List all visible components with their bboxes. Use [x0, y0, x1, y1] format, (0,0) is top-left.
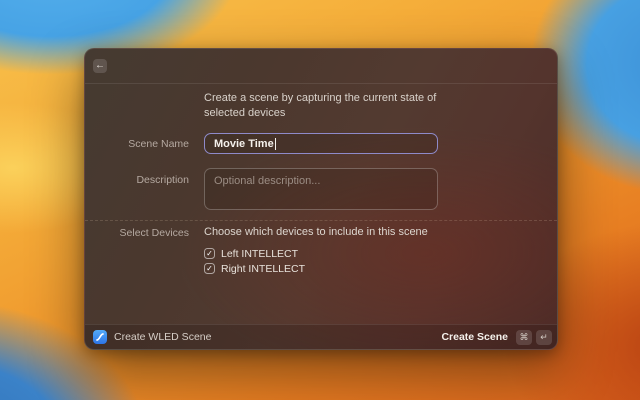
footer-app-name: Create WLED Scene	[114, 331, 212, 343]
dialog-footer: Create WLED Scene Create Scene ⌘ ↵	[85, 324, 557, 349]
check-icon: ✓	[206, 263, 213, 273]
scene-name-input[interactable]: Movie Time	[204, 133, 438, 154]
section-divider	[85, 220, 557, 221]
back-button[interactable]: ←	[93, 59, 107, 73]
scene-name-value: Movie Time	[214, 137, 274, 150]
description-input[interactable]: Optional description...	[204, 168, 438, 210]
device-checkbox-row-right-intellect[interactable]: ✓ Right INTELLECT	[204, 262, 305, 275]
select-devices-hint: Choose which devices to include in this …	[204, 226, 428, 238]
checkbox-checked-icon: ✓	[204, 263, 215, 274]
wled-extension-icon	[93, 330, 107, 344]
checkbox-checked-icon: ✓	[204, 248, 215, 259]
check-icon: ✓	[206, 248, 213, 258]
text-cursor	[274, 137, 276, 150]
description-placeholder: Optional description...	[214, 175, 321, 187]
create-wled-scene-dialog: ← Create a scene by capturing the curren…	[84, 48, 558, 350]
scene-name-label: Scene Name	[128, 138, 189, 150]
form-intro-text: Create a scene by capturing the current …	[204, 92, 437, 119]
squiggle-glyph	[96, 333, 104, 341]
return-key-icon: ↵	[536, 329, 552, 345]
command-key-icon: ⌘	[516, 329, 532, 345]
device-name: Left INTELLECT	[221, 247, 299, 260]
device-checkbox-row-left-intellect[interactable]: ✓ Left INTELLECT	[204, 247, 298, 260]
create-scene-button[interactable]: Create Scene ⌘ ↵	[441, 329, 552, 345]
description-label: Description	[136, 174, 189, 186]
select-devices-label: Select Devices	[119, 227, 189, 239]
create-scene-label: Create Scene	[441, 331, 508, 343]
back-arrow-icon: ←	[95, 60, 105, 71]
device-name: Right INTELLECT	[221, 262, 306, 275]
dialog-header: ←	[85, 49, 557, 84]
